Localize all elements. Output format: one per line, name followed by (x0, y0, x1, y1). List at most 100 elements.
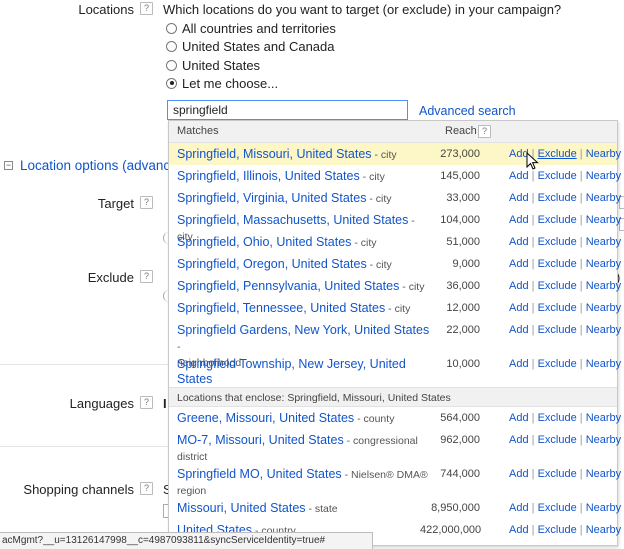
enclosing-row[interactable]: Missouri, United States - state 8,950,000… (169, 497, 621, 519)
advanced-search-link[interactable]: Advanced search (419, 104, 516, 118)
exclude-link[interactable]: Exclude (538, 236, 577, 248)
location-search-input[interactable] (167, 100, 408, 120)
nearby-link[interactable]: Nearby (586, 148, 621, 160)
nearby-link[interactable]: Nearby (586, 192, 621, 204)
help-icon-exclude[interactable]: ? (140, 270, 153, 283)
nearby-link[interactable]: Nearby (586, 170, 621, 182)
exclude-link[interactable]: Exclude (538, 468, 577, 480)
nearby-link[interactable]: Nearby (586, 468, 621, 480)
add-link[interactable]: Add (509, 412, 529, 424)
radio-button[interactable] (166, 40, 177, 52)
radio-all-countries[interactable]: All countries and territories (166, 19, 336, 37)
location-name-text[interactable]: Springfield, Ohio, United States (177, 235, 351, 249)
nearby-link[interactable]: Nearby (586, 214, 621, 226)
add-link[interactable]: Add (509, 524, 529, 536)
help-icon-reach[interactable]: ? (478, 125, 491, 138)
location-name-text[interactable]: Springfield MO, United States (177, 467, 342, 481)
add-link[interactable]: Add (509, 280, 529, 292)
exclude-link[interactable]: Exclude (538, 358, 577, 370)
exclude-link[interactable]: Exclude (538, 434, 577, 446)
exclude-link[interactable]: Exclude (538, 214, 577, 226)
exclude-link[interactable]: Exclude (538, 148, 577, 160)
location-name[interactable]: Springfield MO, United States - Nielsen®… (177, 467, 432, 499)
location-name[interactable]: Springfield, Missouri, United States - c… (177, 147, 432, 163)
location-options-link[interactable]: Location options (advance (20, 158, 178, 173)
help-icon-shopping[interactable]: ? (140, 482, 153, 495)
nearby-link[interactable]: Nearby (586, 302, 621, 314)
location-name[interactable]: Springfield, Ohio, United States - city (177, 235, 432, 251)
location-name-text[interactable]: Springfield, Oregon, United States (177, 257, 367, 271)
location-name-text[interactable]: Missouri, United States (177, 501, 306, 515)
match-row[interactable]: Springfield, Illinois, United States - c… (169, 165, 621, 187)
match-row[interactable]: Springfield, Virginia, United States - c… (169, 187, 621, 209)
add-link[interactable]: Add (509, 258, 529, 270)
match-row[interactable]: Springfield, Pennsylvania, United States… (169, 275, 621, 297)
nearby-link[interactable]: Nearby (586, 524, 621, 536)
exclude-link[interactable]: Exclude (538, 170, 577, 182)
add-link[interactable]: Add (509, 358, 529, 370)
nearby-link[interactable]: Nearby (586, 280, 621, 292)
nearby-link[interactable]: Nearby (586, 412, 621, 424)
exclude-link[interactable]: Exclude (538, 412, 577, 424)
nearby-link[interactable]: Nearby (586, 236, 621, 248)
exclude-link[interactable]: Exclude (538, 280, 577, 292)
location-name[interactable]: Springfield, Oregon, United States - cit… (177, 257, 432, 273)
location-name-text[interactable]: Springfield, Missouri, United States (177, 147, 372, 161)
enclosing-row[interactable]: Springfield MO, United States - Nielsen®… (169, 463, 621, 499)
location-name[interactable]: Springfield, Tennessee, United States - … (177, 301, 432, 317)
radio-button-selected[interactable] (166, 77, 177, 89)
add-link[interactable]: Add (509, 192, 529, 204)
radio-button[interactable] (166, 59, 177, 71)
exclude-link[interactable]: Exclude (538, 192, 577, 204)
location-name-text[interactable]: Springfield, Tennessee, United States (177, 301, 385, 315)
match-row[interactable]: Springfield Gardens, New York, United St… (169, 319, 621, 369)
exclude-link[interactable]: Exclude (538, 302, 577, 314)
location-name-text[interactable]: Springfield, Massachusetts, United State… (177, 213, 408, 227)
match-row[interactable]: Springfield, Tennessee, United States - … (169, 297, 621, 319)
location-name-text[interactable]: Springfield, Virginia, United States (177, 191, 366, 205)
match-row[interactable]: Springfield, Ohio, United States - city 5… (169, 231, 621, 253)
location-name[interactable]: Springfield, Virginia, United States - c… (177, 191, 432, 207)
add-link[interactable]: Add (509, 302, 529, 314)
location-name-text[interactable]: Springfield, Illinois, United States (177, 169, 360, 183)
nearby-link[interactable]: Nearby (586, 358, 621, 370)
add-link[interactable]: Add (509, 236, 529, 248)
exclude-link[interactable]: Exclude (538, 524, 577, 536)
location-name[interactable]: Springfield, Pennsylvania, United States… (177, 279, 432, 295)
add-link[interactable]: Add (509, 434, 529, 446)
location-name-text[interactable]: Greene, Missouri, United States (177, 411, 354, 425)
match-row[interactable]: Springfield, Missouri, United States - c… (169, 143, 621, 165)
radio-button[interactable] (166, 22, 177, 34)
collapse-icon[interactable]: − (4, 161, 13, 170)
help-icon-languages[interactable]: ? (140, 396, 153, 409)
add-link[interactable]: Add (509, 170, 529, 182)
nearby-link[interactable]: Nearby (586, 324, 621, 336)
add-link[interactable]: Add (509, 468, 529, 480)
match-row[interactable]: Springfield Township, New Jersey, United… (169, 353, 621, 401)
location-name-text[interactable]: Springfield Township, New Jersey, United… (177, 357, 406, 386)
location-name[interactable]: MO-7, Missouri, United States - congress… (177, 433, 432, 465)
enclosing-row[interactable]: MO-7, Missouri, United States - congress… (169, 429, 621, 465)
location-name-text[interactable]: Springfield Gardens, New York, United St… (177, 323, 429, 337)
radio-us-canada[interactable]: United States and Canada (166, 37, 335, 55)
radio-united-states[interactable]: United States (166, 56, 260, 74)
location-name[interactable]: Greene, Missouri, United States - county (177, 411, 432, 427)
match-row[interactable]: Springfield, Massachusetts, United State… (169, 209, 621, 243)
exclude-link[interactable]: Exclude (538, 258, 577, 270)
help-icon-locations[interactable]: ? (140, 2, 153, 15)
help-icon-target[interactable]: ? (140, 196, 153, 209)
add-link[interactable]: Add (509, 502, 529, 514)
radio-let-me-choose[interactable]: Let me choose... (166, 74, 278, 92)
nearby-link[interactable]: Nearby (586, 502, 621, 514)
nearby-link[interactable]: Nearby (586, 258, 621, 270)
nearby-link[interactable]: Nearby (586, 434, 621, 446)
location-name[interactable]: Missouri, United States - state (177, 501, 432, 517)
location-name-text[interactable]: Springfield, Pennsylvania, United States (177, 279, 399, 293)
match-row[interactable]: Springfield, Oregon, United States - cit… (169, 253, 621, 275)
add-link[interactable]: Add (509, 324, 529, 336)
add-link[interactable]: Add (509, 214, 529, 226)
location-name-text[interactable]: MO-7, Missouri, United States (177, 433, 344, 447)
location-name[interactable]: Springfield, Illinois, United States - c… (177, 169, 432, 185)
exclude-link[interactable]: Exclude (538, 324, 577, 336)
exclude-link[interactable]: Exclude (538, 502, 577, 514)
